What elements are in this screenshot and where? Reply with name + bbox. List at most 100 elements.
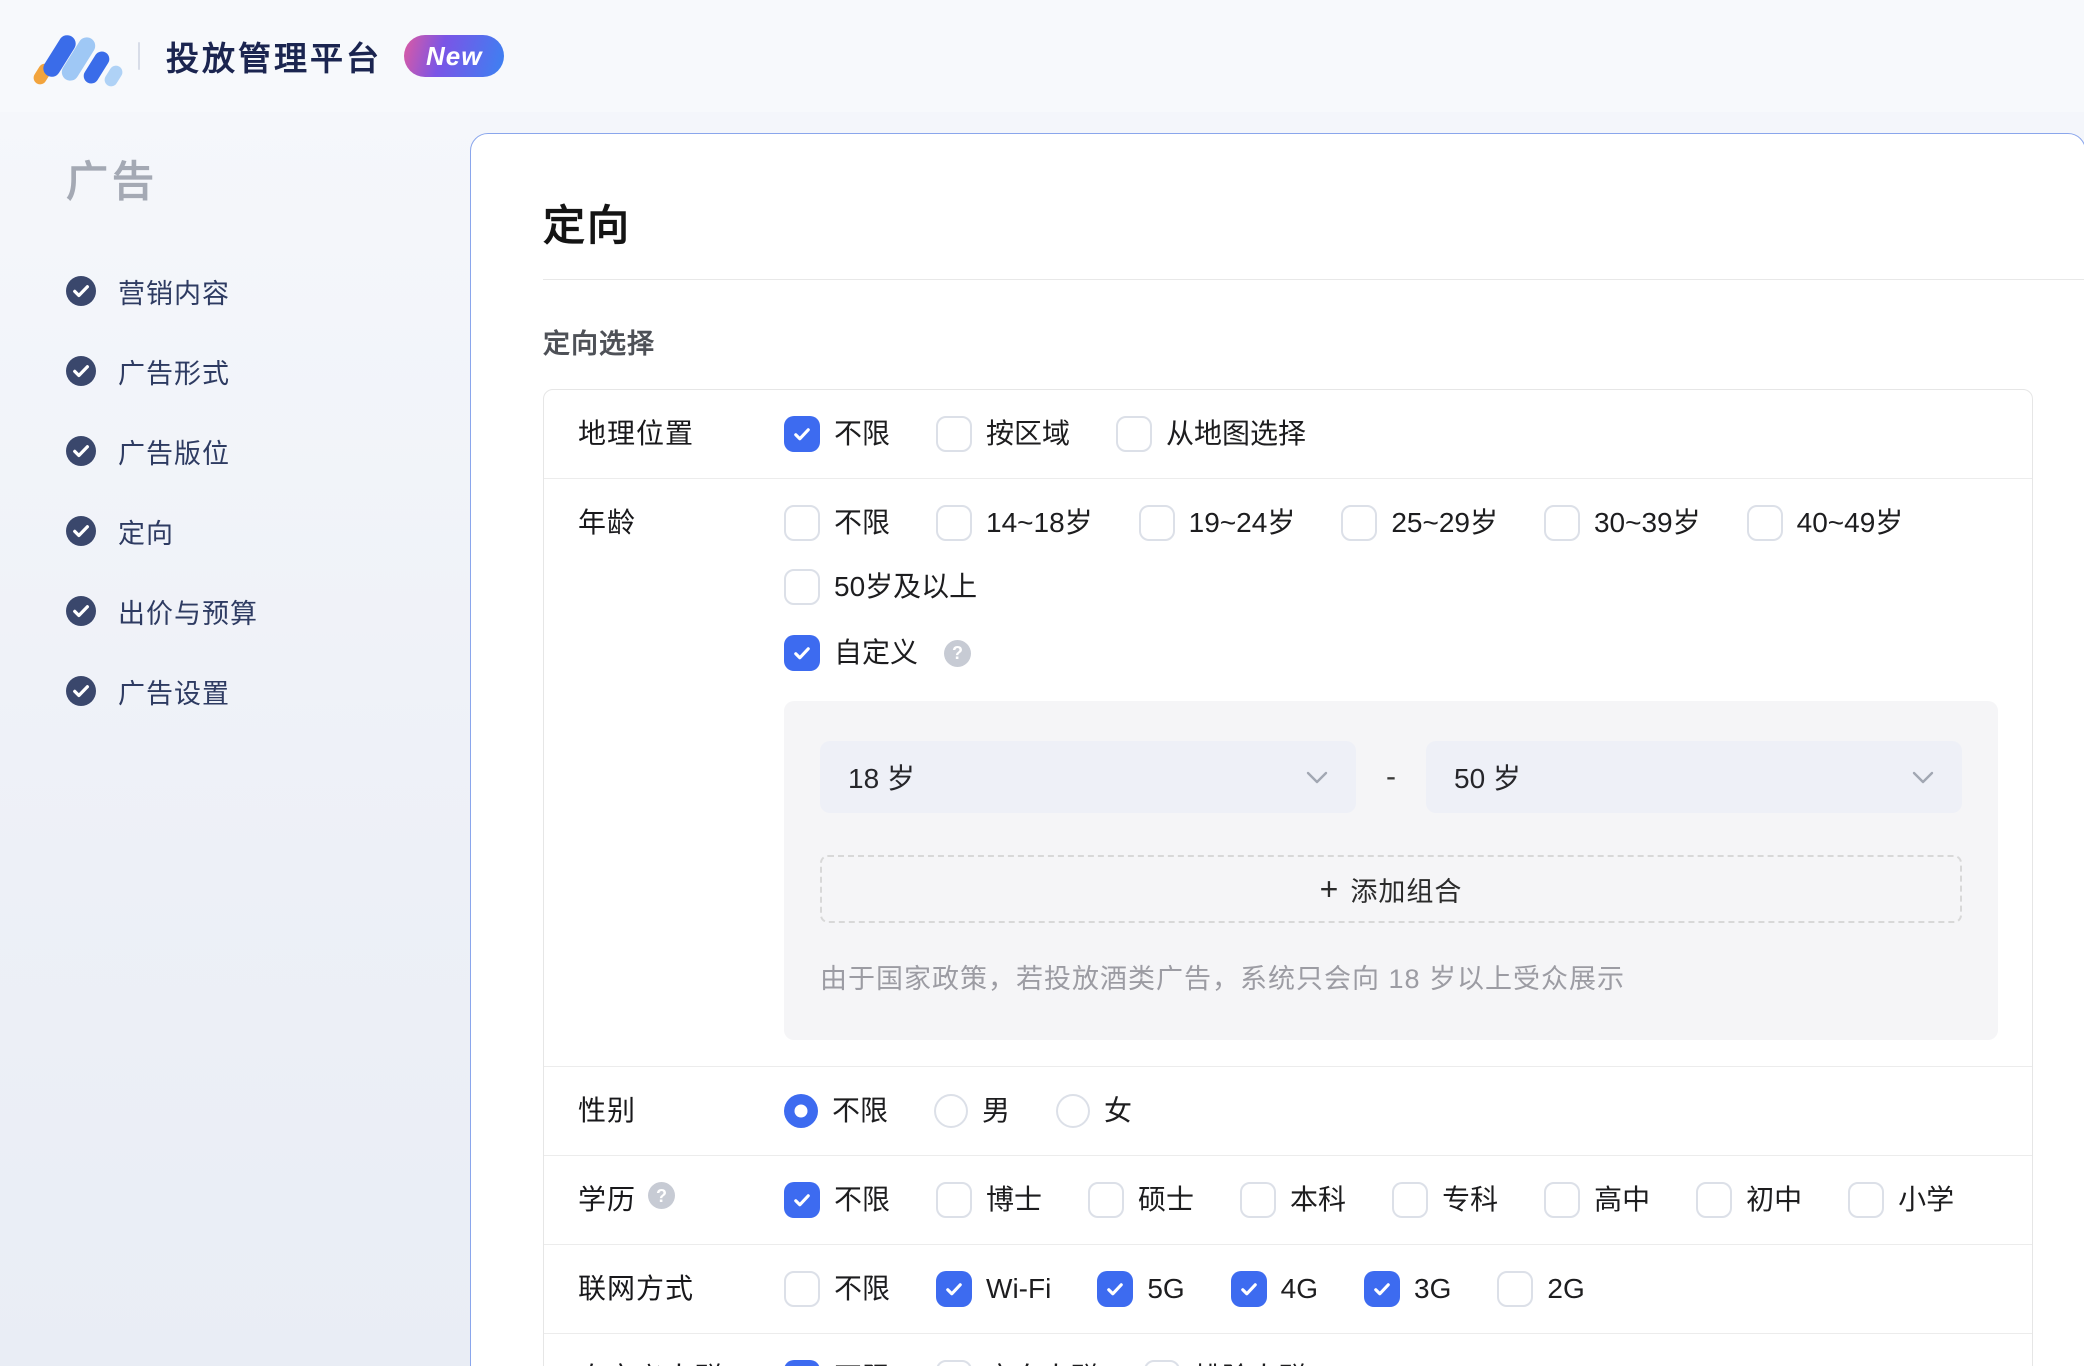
radio-control[interactable] (1056, 1094, 1091, 1128)
checkbox-control[interactable] (936, 416, 973, 452)
radio-control[interactable] (934, 1094, 969, 1128)
age-option-4[interactable]: 30~39岁 (1543, 505, 1701, 541)
age-option-0[interactable]: 不限 (784, 505, 890, 541)
checkbox-control[interactable] (1544, 1182, 1581, 1218)
checkbox-control[interactable] (1144, 1360, 1181, 1366)
checkbox-control[interactable] (784, 1182, 820, 1218)
network-option-2[interactable]: 5G (1097, 1271, 1185, 1307)
sidebar-item-ad-format[interactable]: 广告形式 (0, 331, 470, 411)
checkbox-control[interactable] (936, 1182, 973, 1218)
select-value: 50 岁 (1454, 763, 1521, 794)
education-option-6[interactable]: 初中 (1696, 1182, 1802, 1218)
radio-dot (794, 1104, 808, 1118)
network-option-5[interactable]: 2G (1497, 1271, 1585, 1307)
option-label: 初中 (1746, 1184, 1803, 1215)
help-icon[interactable]: ? (944, 639, 972, 667)
checkbox-control[interactable] (936, 505, 973, 541)
radio-control[interactable] (784, 1094, 818, 1128)
checkbox-control[interactable] (784, 1271, 820, 1307)
checkbox-control[interactable] (784, 569, 820, 605)
network-option-1[interactable]: Wi-Fi (936, 1271, 1051, 1307)
checkbox-control[interactable] (936, 1360, 973, 1366)
age-option-6[interactable]: 50岁及以上 (784, 569, 977, 605)
gender-option-2[interactable]: 女 (1056, 1093, 1132, 1129)
row-label-text: 学历 (578, 1184, 637, 1215)
network-option-0[interactable]: 不限 (784, 1271, 890, 1307)
plus-icon: + (1319, 871, 1339, 907)
checkbox-control[interactable] (1543, 505, 1580, 541)
gender-option-0[interactable]: 不限 (784, 1093, 888, 1129)
custom-audience-option-2[interactable]: 排除人群 (1144, 1360, 1306, 1366)
check-icon (794, 428, 810, 441)
option-label: 40~49岁 (1796, 507, 1904, 538)
custom-audience-option-1[interactable]: 定向人群 (936, 1360, 1098, 1366)
age-option-2[interactable]: 19~24岁 (1138, 505, 1295, 541)
checkbox-control[interactable] (1341, 505, 1378, 541)
checkbox-control[interactable] (1116, 416, 1153, 452)
option-label: 自定义 (834, 637, 919, 668)
checkbox-control[interactable] (1392, 1182, 1429, 1218)
option-label: 4G (1280, 1273, 1319, 1304)
checkbox-control[interactable] (936, 1271, 973, 1307)
row-content: 不限 男 女 (784, 1093, 1998, 1129)
sidebar-item-ad-placement[interactable]: 广告版位 (0, 411, 470, 491)
add-combination-button[interactable]: + 添加组合 (820, 855, 1962, 923)
checkbox-control[interactable] (1497, 1271, 1534, 1307)
checkbox-control[interactable] (1696, 1182, 1733, 1218)
geo-option-1[interactable]: 按区域 (936, 416, 1070, 452)
age-to-select[interactable]: 50 岁 (1426, 741, 1962, 813)
age-option-1[interactable]: 14~18岁 (936, 505, 1093, 541)
sidebar-item-label: 出价与预算 (118, 598, 258, 629)
gender-option-1[interactable]: 男 (934, 1093, 1010, 1129)
education-option-0[interactable]: 不限 (784, 1182, 890, 1218)
option-label: 按区域 (986, 418, 1071, 449)
option-label: 50岁及以上 (834, 571, 978, 602)
education-option-line-0: 不限 博士 硕士 本科 专科 高中 初中 小学 (784, 1182, 1998, 1218)
sidebar-item-marketing-content[interactable]: 营销内容 (0, 251, 470, 331)
checkbox-control[interactable] (1746, 505, 1783, 541)
education-option-5[interactable]: 高中 (1544, 1182, 1650, 1218)
education-option-1[interactable]: 博士 (936, 1182, 1042, 1218)
checkbox-control[interactable] (1848, 1182, 1885, 1218)
checkbox-control[interactable] (1088, 1182, 1125, 1218)
row-label: 年龄 (578, 505, 784, 541)
geo-option-2[interactable]: 从地图选择 (1116, 416, 1306, 452)
help-icon[interactable]: ? (648, 1182, 676, 1209)
new-badge: New (404, 35, 505, 77)
checkbox-control[interactable] (784, 635, 820, 671)
sidebar-item-bid-budget[interactable]: 出价与预算 (0, 571, 470, 651)
option-label: 不限 (834, 1360, 890, 1366)
checkbox-control[interactable] (784, 1360, 820, 1366)
geo-option-0[interactable]: 不限 (784, 416, 890, 452)
age-option-0[interactable]: 自定义? (784, 635, 972, 671)
age-option-5[interactable]: 40~49岁 (1746, 505, 1904, 541)
age-range-panel: 18 岁 - 50 岁 + 添加组合 由于国家政策，若投放酒类广告，系统只会向 18 岁以… (784, 701, 1998, 1040)
age-option-3[interactable]: 25~29岁 (1341, 505, 1498, 541)
row-label-text: 性别 (578, 1095, 637, 1126)
age-option-line-0: 不限 14~18岁 19~24岁 25~29岁 30~39岁 40~49岁 50岁及以上 (784, 505, 1998, 605)
option-label: 不限 (832, 1095, 889, 1126)
education-option-2[interactable]: 硕士 (1088, 1182, 1194, 1218)
network-option-3[interactable]: 4G (1230, 1271, 1319, 1307)
checkbox-control[interactable] (1138, 505, 1175, 541)
option-label: 2G (1547, 1273, 1585, 1304)
education-option-4[interactable]: 专科 (1392, 1182, 1498, 1218)
sidebar-item-label: 营销内容 (118, 278, 230, 309)
checkbox-control[interactable] (784, 416, 820, 452)
age-from-select[interactable]: 18 岁 (820, 741, 1356, 813)
checkbox-control[interactable] (1097, 1271, 1134, 1307)
education-option-3[interactable]: 本科 (1240, 1182, 1346, 1218)
checkbox-control[interactable] (784, 505, 820, 541)
app-header: 投放管理平台 New (0, 0, 2084, 112)
network-option-4[interactable]: 3G (1364, 1271, 1451, 1307)
checkbox-control[interactable] (1230, 1271, 1267, 1307)
option-label: 硕士 (1138, 1184, 1195, 1215)
custom-audience-option-0[interactable]: 不限 (784, 1360, 890, 1366)
check-circle-icon (66, 436, 96, 466)
education-option-7[interactable]: 小学 (1848, 1182, 1954, 1218)
checkbox-control[interactable] (1240, 1182, 1277, 1218)
checkbox-control[interactable] (1364, 1271, 1401, 1307)
sidebar-item-ad-settings[interactable]: 广告设置 (0, 651, 470, 731)
sidebar-item-targeting[interactable]: 定向 (0, 491, 470, 571)
check-circle-glyph (66, 356, 96, 386)
